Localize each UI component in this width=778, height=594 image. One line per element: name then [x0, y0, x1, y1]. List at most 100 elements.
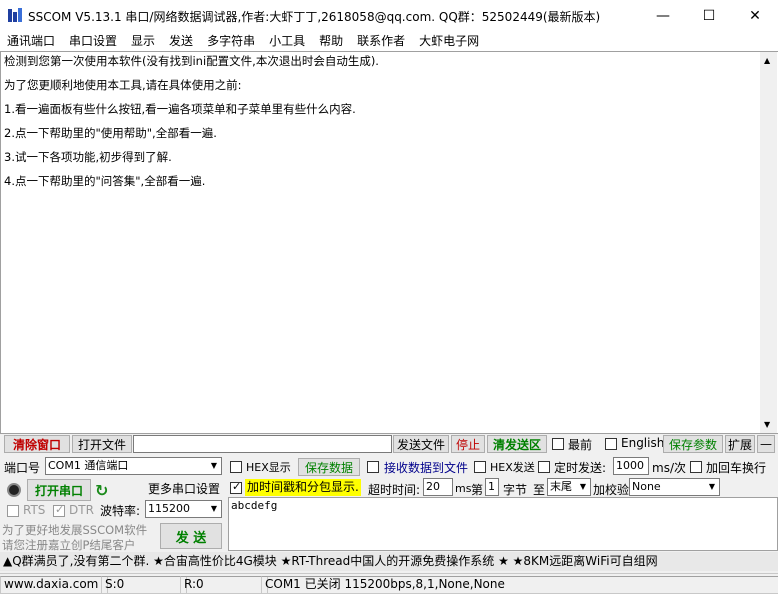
checksum-select-value: None — [632, 480, 661, 493]
chevron-down-icon: ▼ — [579, 482, 587, 491]
timed-send-checkbox[interactable] — [538, 461, 550, 473]
more-settings-button[interactable]: 更多串口设置 — [145, 479, 223, 497]
title-bar: SSCOM V5.13.1 串口/网络数据调试器,作者:大虾丁丁,2618058… — [0, 0, 778, 31]
dtr-checkbox[interactable] — [53, 503, 65, 517]
status-bar: www.daxia.com S:0 R:0 COM1 已关闭 115200bps… — [0, 573, 778, 594]
menu-comm-port[interactable]: 通讯端口 — [0, 31, 62, 51]
save-params-button[interactable]: 保存参数 — [663, 435, 723, 453]
collapse-button[interactable]: — — [757, 435, 775, 453]
menu-contact[interactable]: 联系作者 — [350, 31, 412, 51]
save-data-label: 保存数据 — [304, 460, 353, 475]
stop-label: 停止 — [455, 437, 480, 452]
send-button-label: 发 送 — [175, 530, 207, 546]
hex-display-label: HEX显示 — [246, 461, 291, 474]
receive-line: 3.试一下各项功能,初步得到了解. — [4, 150, 172, 164]
send-button[interactable]: 发 送 — [160, 523, 222, 549]
receive-line: 4.点一下帮助里的"问答集",全部看一遍. — [4, 174, 206, 188]
menu-display[interactable]: 显示 — [124, 31, 162, 51]
hex-display-checkbox[interactable] — [230, 461, 242, 473]
to-label: 至 — [533, 483, 546, 497]
menu-tools[interactable]: 小工具 — [262, 31, 312, 51]
hex-send-checkbox[interactable] — [474, 461, 486, 473]
receive-scrollbar[interactable]: ▲ ▼ — [760, 52, 777, 433]
add-newline-label: 加回车换行 — [706, 461, 767, 475]
recv-to-file-checkbox[interactable] — [367, 461, 379, 473]
menu-help[interactable]: 帮助 — [312, 31, 350, 51]
dtr-label: DTR — [69, 503, 94, 517]
chevron-down-icon: ▼ — [210, 461, 218, 470]
chevron-down-icon: ▼ — [708, 482, 716, 491]
english-checkbox[interactable] — [605, 438, 617, 450]
rts-label: RTS — [23, 503, 46, 517]
topmost-checkbox[interactable] — [552, 438, 564, 450]
promo-line-2: 请您注册嘉立创P结尾客户 — [2, 538, 136, 552]
receive-line: 检测到您第一次使用本软件(没有找到ini配置文件,本次退出时会自动生成). — [4, 54, 379, 68]
timestamp-checkbox[interactable] — [230, 480, 242, 494]
chevron-down-icon: ▼ — [210, 504, 218, 513]
recv-to-file-label[interactable]: 接收数据到文件 — [384, 459, 468, 476]
open-port-label: 打开串口 — [34, 483, 83, 498]
baud-select-value: 115200 — [148, 502, 190, 515]
status-received: R:0 — [180, 576, 268, 594]
interval-unit: ms/次 — [652, 461, 686, 475]
receive-textarea[interactable]: 检测到您第一次使用本软件(没有找到ini配置文件,本次退出时会自动生成). 为了… — [0, 51, 778, 434]
app-logo-icon — [8, 8, 22, 22]
stop-button[interactable]: 停止 — [451, 435, 485, 453]
clear-send-button[interactable]: 清发送区 — [487, 435, 547, 453]
close-button[interactable]: ✕ — [732, 0, 778, 31]
byte-label: 字节 — [503, 483, 528, 497]
promo-line-1: 为了更好地发展SSCOM软件 — [2, 523, 148, 537]
maximize-button[interactable]: ☐ — [686, 0, 732, 31]
status-sent: S:0 — [101, 576, 187, 594]
status-port-info: COM1 已关闭 115200bps,8,1,None,None — [261, 576, 778, 594]
menu-send[interactable]: 发送 — [162, 31, 200, 51]
nth-label: 第 — [471, 483, 484, 497]
menu-multi-string[interactable]: 多字符串 — [200, 31, 262, 51]
nth-input[interactable]: 1 — [485, 478, 499, 496]
hex-send-label: HEX发送 — [490, 461, 535, 474]
send-file-button[interactable]: 发送文件 — [393, 435, 449, 453]
timed-send-label: 定时发送: — [554, 461, 607, 475]
port-label: 端口号 — [4, 461, 41, 475]
checksum-select[interactable]: None ▼ — [629, 478, 720, 496]
rts-checkbox[interactable] — [7, 505, 19, 517]
to-select[interactable]: 末尾 ▼ — [547, 478, 591, 496]
port-select[interactable]: COM1 通信端口 ▼ — [45, 457, 222, 475]
news-ticker[interactable]: ▲Q群满员了,没有第二个群. ★合宙高性价比4G模块 ★RT-Thread中国人… — [0, 552, 778, 571]
clear-send-label: 清发送区 — [492, 437, 541, 452]
receive-line: 为了您更顺利地使用本工具,请在具体使用之前: — [4, 78, 242, 92]
menu-serial-settings[interactable]: 串口设置 — [62, 31, 124, 51]
minimize-button[interactable]: — — [640, 0, 686, 31]
receive-line: 2.点一下帮助里的"使用帮助",全部看一遍. — [4, 126, 217, 140]
save-params-label: 保存参数 — [668, 437, 717, 452]
open-file-button[interactable]: 打开文件 — [72, 435, 132, 453]
add-newline-checkbox[interactable] — [690, 461, 702, 473]
menu-bar: 通讯端口 串口设置 显示 发送 多字符串 小工具 帮助 联系作者 大虾电子网 — [0, 31, 778, 51]
timeout-unit: ms — [455, 482, 472, 495]
send-text-content: abcdefg — [231, 499, 278, 512]
checksum-label: 加校验 — [593, 483, 630, 497]
open-port-button[interactable]: 打开串口 — [27, 479, 91, 501]
topmost-label: 最前 — [568, 438, 593, 452]
menu-daxia-site[interactable]: 大虾电子网 — [412, 31, 486, 51]
timestamp-label: 加时间戳和分包显示. — [245, 479, 361, 496]
status-website[interactable]: www.daxia.com — [0, 576, 108, 594]
to-select-value: 末尾 — [550, 480, 572, 493]
send-textarea[interactable]: abcdefg — [228, 497, 778, 551]
save-data-button[interactable]: 保存数据 — [298, 458, 360, 476]
baud-select[interactable]: 115200 ▼ — [145, 500, 222, 518]
baud-label: 波特率: — [100, 504, 141, 518]
file-path-input[interactable] — [133, 435, 392, 453]
interval-input[interactable]: 1000 — [613, 457, 649, 475]
scroll-down-icon[interactable]: ▼ — [764, 420, 770, 429]
refresh-icon[interactable]: ↻ — [95, 481, 113, 500]
receive-line: 1.看一遍面板有些什么按钮,看一遍各项菜单和子菜单里有些什么内容. — [4, 102, 356, 116]
scroll-up-icon[interactable]: ▲ — [764, 56, 770, 65]
english-label: English — [621, 436, 665, 450]
clear-window-button[interactable]: 清除窗口 — [4, 435, 70, 453]
timeout-input[interactable]: 20 — [423, 478, 453, 496]
window-title: SSCOM V5.13.1 串口/网络数据调试器,作者:大虾丁丁,2618058… — [28, 10, 601, 24]
timeout-label: 超时时间: — [368, 483, 421, 497]
port-status-indicator — [7, 483, 21, 497]
expand-button[interactable]: 扩展 — [725, 435, 755, 453]
